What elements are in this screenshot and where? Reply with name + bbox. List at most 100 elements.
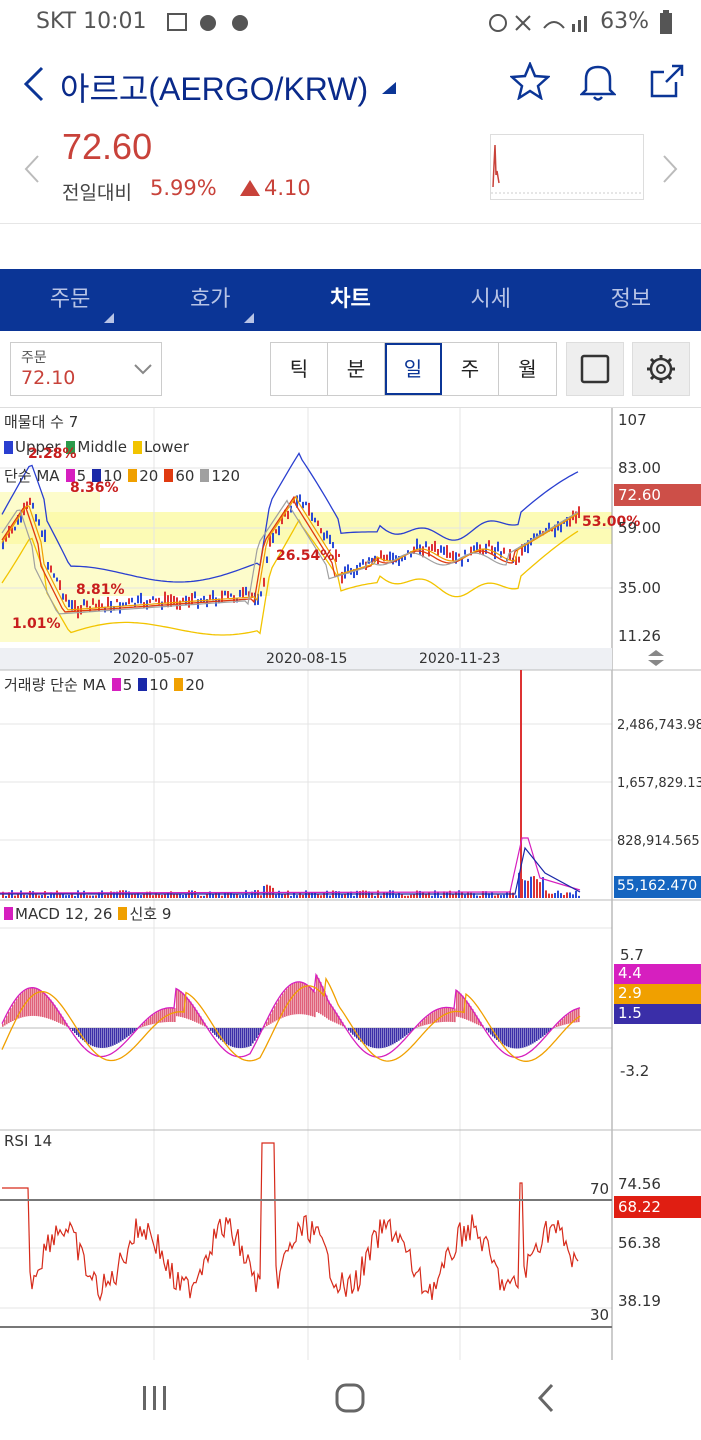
home-icon[interactable] <box>334 1382 366 1414</box>
period-week[interactable]: 주 <box>442 343 499 395</box>
period-minute[interactable]: 분 <box>328 343 385 395</box>
volume-bar <box>308 892 310 898</box>
macd-hist-bar <box>240 1028 242 1049</box>
ma20-label: 20 <box>139 466 159 485</box>
chart-settings-button[interactable] <box>632 342 690 396</box>
chart-canvas[interactable] <box>0 408 701 1360</box>
macd-hist-bar <box>270 1013 272 1024</box>
macd-hist-bar <box>374 1028 376 1049</box>
system-status-icons <box>489 14 587 32</box>
legend-swatch <box>111 678 121 691</box>
volume-bar <box>524 880 526 898</box>
volume-bar <box>491 892 493 898</box>
macd-hist-bar <box>114 1028 116 1045</box>
macd-hist-bar <box>370 1028 372 1048</box>
candle <box>239 589 241 597</box>
macd-hist-bar <box>446 1007 448 1022</box>
candle <box>380 550 382 559</box>
macd-hist-bar <box>522 1028 524 1048</box>
candle <box>425 541 427 548</box>
macd-hist-bar <box>310 987 312 1016</box>
period-day[interactable]: 일 <box>385 343 442 395</box>
macd-hist-bar <box>96 1028 98 1048</box>
page-title[interactable]: 아르고(AERGO/KRW) <box>60 64 368 110</box>
candle <box>50 565 52 573</box>
candle <box>149 599 151 603</box>
candle <box>326 530 328 539</box>
candle <box>359 562 361 567</box>
candle <box>95 603 97 608</box>
volume-bar <box>446 891 448 898</box>
candle <box>83 599 85 606</box>
y-tick: 35.00 <box>618 579 661 597</box>
resize-handle-icon[interactable] <box>648 650 664 666</box>
tab-info[interactable]: 정보 <box>561 269 701 331</box>
period-selector: 틱 분 일 주 월 <box>270 342 557 396</box>
macd-hist-bar <box>488 1028 490 1033</box>
macd-hist-bar <box>234 1028 236 1048</box>
rsi-plot <box>2 1142 579 1302</box>
macd-hist-bar <box>512 1028 514 1049</box>
macd-hist-bar <box>502 1028 504 1045</box>
macd-hist-bar <box>378 1028 380 1049</box>
volume-bar <box>452 894 454 898</box>
app-header: 아르고(AERGO/KRW) <box>0 46 701 126</box>
volume-bar <box>152 895 154 898</box>
title-dropdown-icon[interactable] <box>382 82 396 94</box>
macd-hist-bar <box>514 1028 516 1049</box>
volume-bar <box>269 885 271 898</box>
macd-hist-bar <box>276 1002 278 1021</box>
macd-hist-bar <box>350 1028 352 1033</box>
period-month[interactable]: 월 <box>499 343 556 395</box>
candle <box>314 517 316 523</box>
chart-type-button[interactable] <box>566 342 624 396</box>
chart-area[interactable]: 매물대 수 7 Upper Middle Lower 단순 MA 5 10 20… <box>0 408 701 1360</box>
alarm-bell-icon[interactable] <box>580 62 616 102</box>
prev-arrow-icon[interactable] <box>22 154 40 184</box>
candle <box>56 577 58 582</box>
candle <box>404 556 406 560</box>
candle <box>272 532 274 543</box>
tab-order[interactable]: 주문 <box>0 269 140 331</box>
back-icon[interactable] <box>20 66 46 102</box>
volume-bar <box>497 894 499 898</box>
period-tick[interactable]: 틱 <box>271 343 328 395</box>
volume-bar <box>407 895 409 898</box>
next-arrow-icon[interactable] <box>662 154 680 184</box>
favorite-star-icon[interactable] <box>510 62 550 100</box>
macd-hist-bar <box>20 993 22 1018</box>
macd-hist-bar <box>308 985 310 1016</box>
tab-market[interactable]: 시세 <box>421 269 561 331</box>
share-icon[interactable] <box>648 62 686 100</box>
volume-bar <box>347 892 349 898</box>
order-price-select[interactable]: 주문 72.10 <box>10 342 162 396</box>
candle <box>209 594 211 600</box>
vol-ma20-label: 20 <box>185 675 205 694</box>
recent-apps-icon[interactable] <box>140 1384 170 1412</box>
back-nav-icon[interactable] <box>536 1382 556 1414</box>
volume-bar <box>440 895 442 898</box>
macd-hist-bar <box>506 1028 508 1047</box>
macd-hist-bar <box>568 1013 570 1024</box>
volume-bar <box>569 892 571 898</box>
volume-bar <box>290 895 292 898</box>
macd-hist-bar <box>540 1028 542 1039</box>
volume-bar <box>386 892 388 898</box>
candle <box>32 502 34 509</box>
candle <box>86 600 88 608</box>
legend-swatch <box>132 440 142 454</box>
y-tick: 1,657,829.131 <box>617 776 701 791</box>
tab-chart[interactable]: 차트 <box>280 269 420 331</box>
candle <box>386 554 388 561</box>
volume-bar <box>47 895 49 898</box>
tab-label: 정보 <box>610 287 652 312</box>
y-tick: 38.19 <box>618 1292 661 1310</box>
tab-orderbook[interactable]: 호가 <box>140 269 280 331</box>
legend-swatch <box>164 469 174 482</box>
volume-bar <box>239 895 241 898</box>
volume-bar <box>374 895 376 898</box>
mini-chart <box>490 134 644 200</box>
macd-hist-bar <box>188 999 190 1020</box>
macd-hist-bar <box>46 995 48 1019</box>
macd-hist-bar <box>298 981 300 1015</box>
